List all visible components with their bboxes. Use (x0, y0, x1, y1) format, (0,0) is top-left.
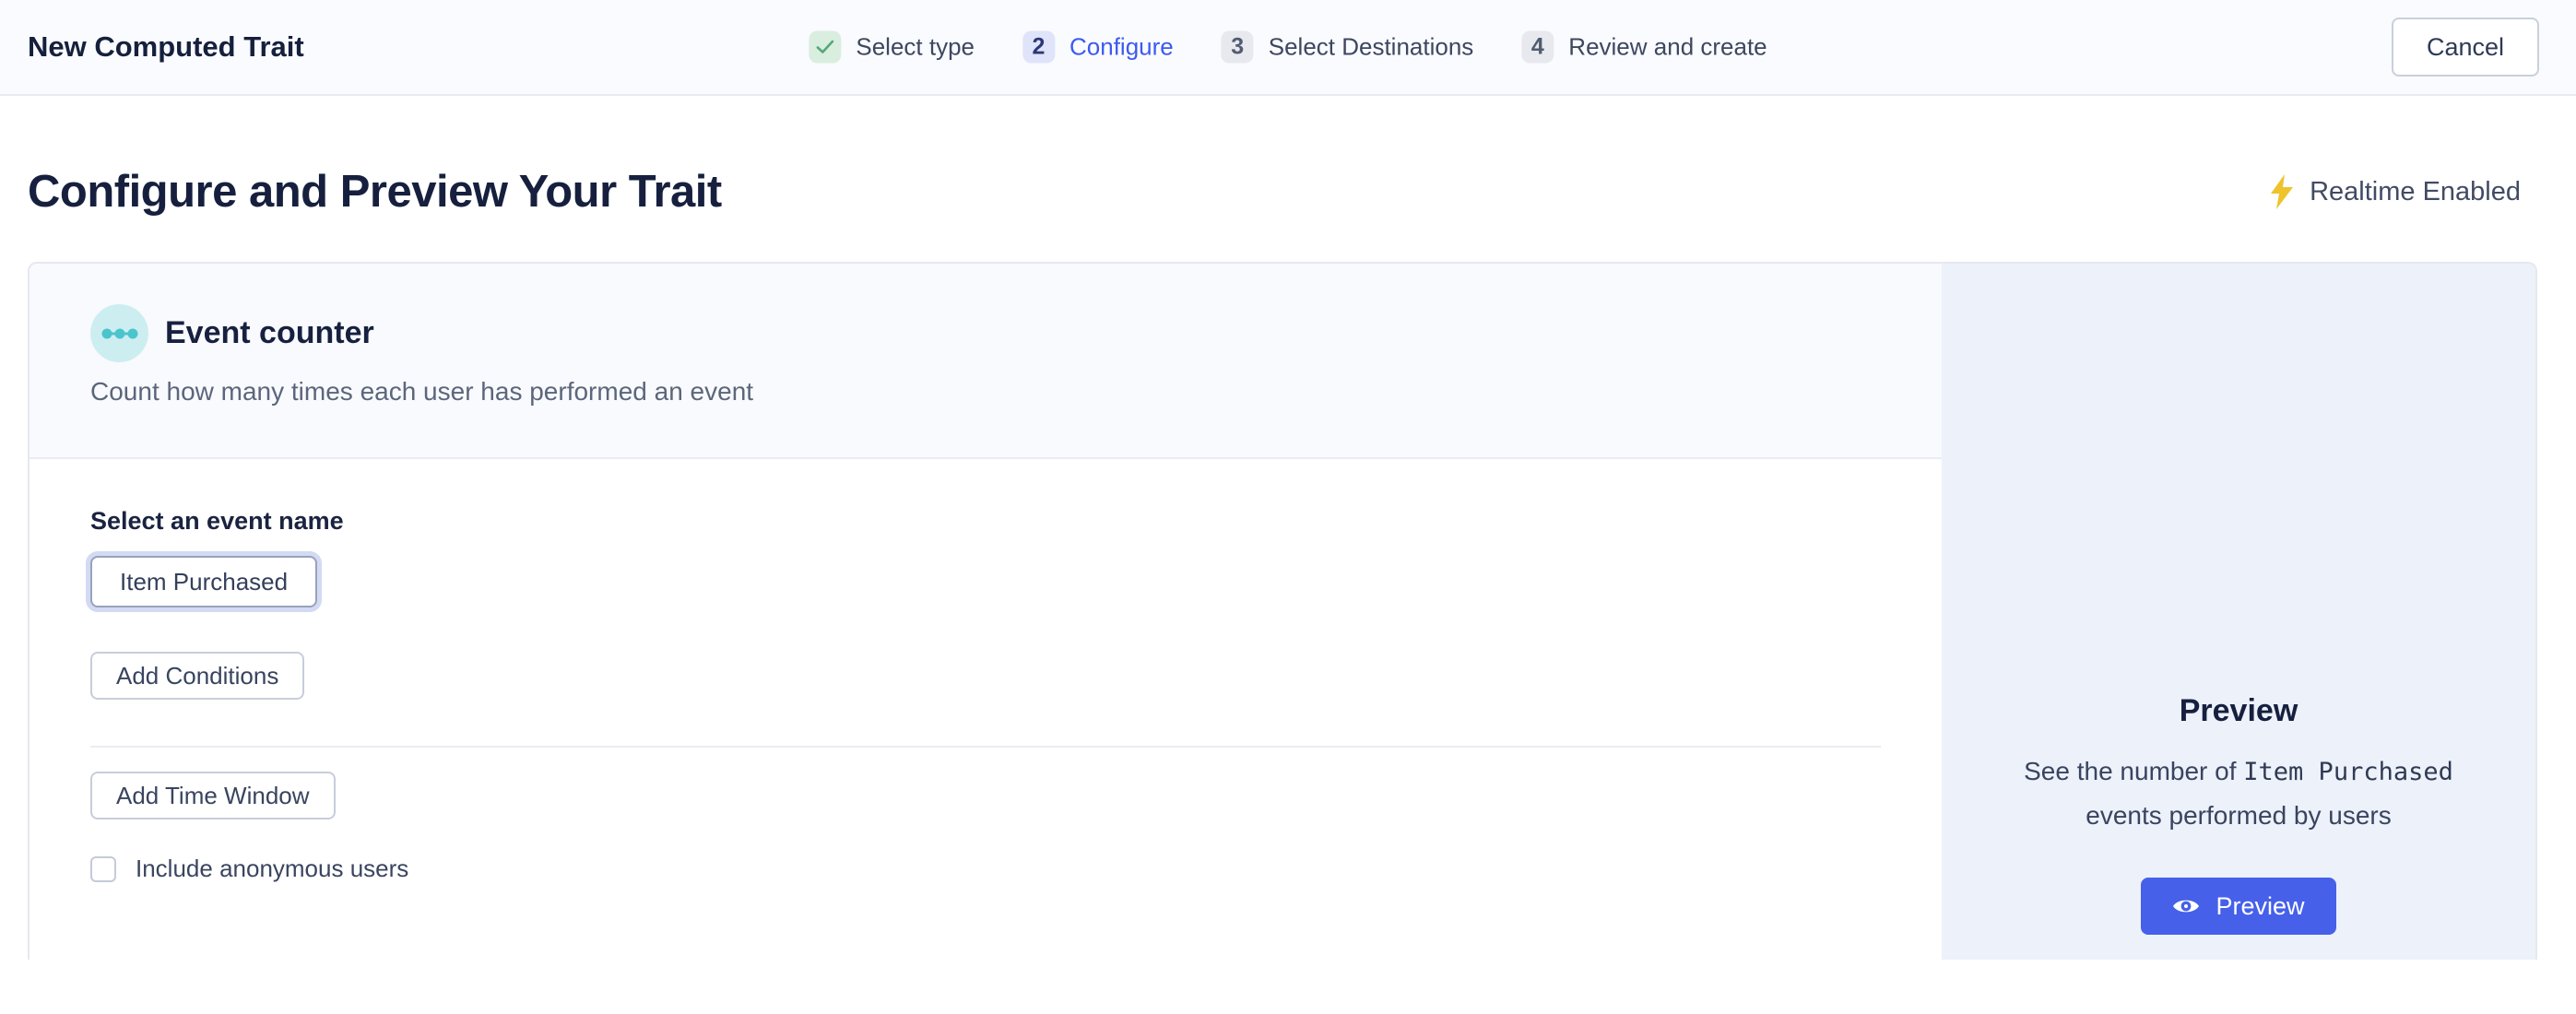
trait-config-card: Event counter Count how many times each … (28, 262, 2537, 960)
preview-heading: Preview (2180, 693, 2298, 729)
eye-icon (2172, 896, 2200, 916)
add-conditions-button[interactable]: Add Conditions (90, 652, 304, 700)
step-number-badge: 2 (1022, 31, 1055, 64)
lightning-bolt-icon (2269, 174, 2295, 209)
config-form: Select an event name Item Purchased Add … (30, 459, 1942, 960)
check-icon (816, 41, 833, 54)
preview-event-name: Item Purchased (2243, 758, 2453, 786)
include-anonymous-checkbox[interactable] (90, 856, 116, 882)
cancel-button[interactable]: Cancel (2392, 18, 2539, 77)
window-title: New Computed Trait (28, 30, 304, 64)
step-number-badge: 4 (1521, 31, 1554, 64)
step-label: Select Destinations (1269, 33, 1474, 62)
preview-button-label: Preview (2216, 892, 2304, 921)
heading-row: Configure and Preview Your Trait Realtim… (0, 166, 2576, 218)
step-label: Configure (1069, 33, 1174, 62)
event-name-select[interactable]: Item Purchased (90, 556, 317, 607)
trait-type-title: Event counter (165, 315, 374, 351)
trait-type-description: Count how many times each user has perfo… (90, 377, 1881, 407)
counter-dots-icon (101, 327, 138, 340)
include-anonymous-label: Include anonymous users (136, 855, 408, 883)
step-select-type[interactable]: Select type (809, 31, 975, 64)
preview-text-suffix: events performed by users (2086, 801, 2392, 830)
top-bar: New Computed Trait Select type 2 Configu… (0, 0, 2576, 96)
step-configure[interactable]: 2 Configure (1022, 31, 1174, 64)
event-counter-icon (90, 304, 148, 362)
event-name-label: Select an event name (90, 507, 1881, 536)
preview-button[interactable]: Preview (2141, 878, 2335, 935)
preview-text-prefix: See the number of (2024, 757, 2243, 785)
preview-panel: Preview See the number of Item Purchased… (1942, 264, 2535, 960)
realtime-label: Realtime Enabled (2310, 177, 2521, 207)
step-number-badge: 3 (1222, 31, 1254, 64)
step-label: Select type (856, 33, 975, 62)
step-label: Review and create (1568, 33, 1767, 62)
anonymous-users-row: Include anonymous users (90, 855, 1881, 883)
step-select-destinations[interactable]: 3 Select Destinations (1222, 31, 1474, 64)
trait-type-header: Event counter Count how many times each … (30, 264, 1942, 459)
page-title: Configure and Preview Your Trait (28, 166, 722, 218)
realtime-status: Realtime Enabled (2269, 174, 2521, 209)
preview-description: See the number of Item Purchased events … (1990, 749, 2487, 837)
step-review-create[interactable]: 4 Review and create (1521, 31, 1767, 64)
step-done-badge (809, 31, 841, 64)
wizard-stepper: Select type 2 Configure 3 Select Destina… (809, 31, 1767, 64)
config-column: Event counter Count how many times each … (30, 264, 1942, 960)
add-time-window-button[interactable]: Add Time Window (90, 772, 336, 819)
